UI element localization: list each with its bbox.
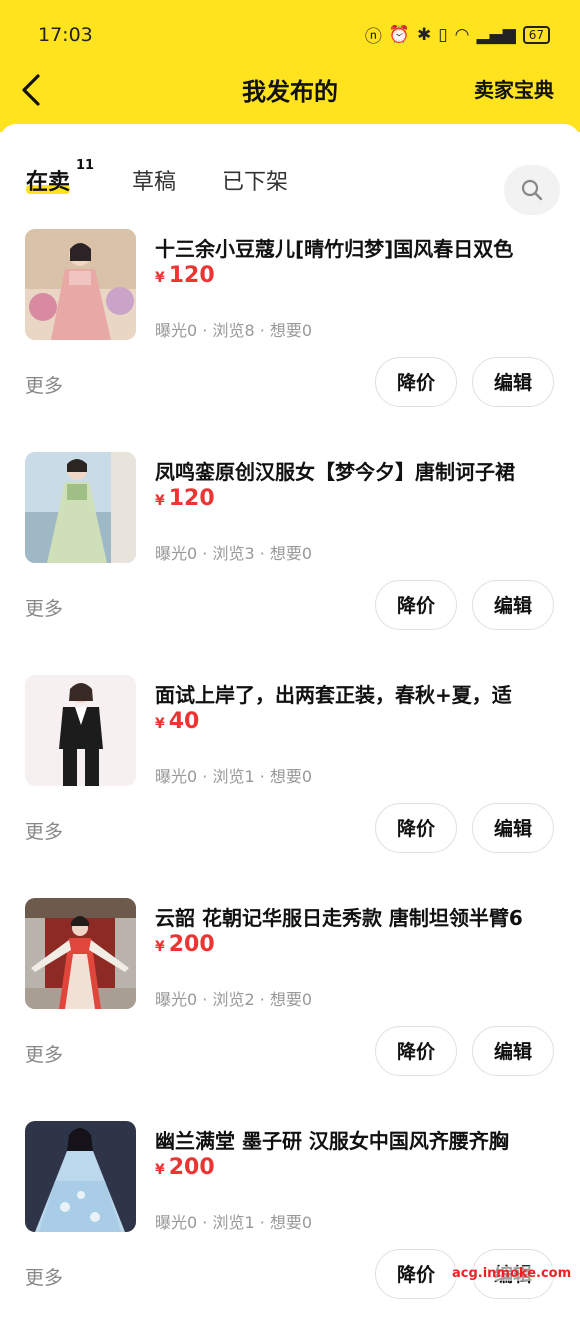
more-button[interactable]: 更多 <box>25 371 63 398</box>
item-stats: 曝光0 · 浏览1 · 想要0 <box>155 767 313 786</box>
product-thumbnail[interactable] <box>25 452 136 563</box>
more-button[interactable]: 更多 <box>25 1263 63 1290</box>
vibrate-icon: ▯ <box>438 24 448 45</box>
battery-icon: 67 <box>522 25 550 44</box>
status-bar: 17:03 ⓝ ⏰ ✱ ▯ ◠ ▂▄▆ 67 <box>0 0 580 70</box>
item-price: ¥200 <box>155 932 215 957</box>
tab-drafts[interactable]: 草稿 <box>132 164 176 196</box>
edit-button[interactable]: 编辑 <box>472 357 554 407</box>
tab-label: 草稿 <box>132 170 177 195</box>
item-price: ¥120 <box>155 263 215 288</box>
item-stats: 曝光0 · 浏览3 · 想要0 <box>155 544 313 563</box>
price-value: 200 <box>168 932 215 957</box>
bluetooth-icon: ✱ <box>417 24 432 45</box>
item-title: 幽兰满堂 墨子研 汉服女中国风齐腰齐胸 <box>155 1129 509 1153</box>
tab-count-badge: 11 <box>76 158 95 173</box>
price-value: 40 <box>168 709 200 734</box>
item-price: ¥120 <box>155 486 215 511</box>
item-price: ¥40 <box>155 709 199 734</box>
listing-item[interactable]: 幽兰满堂 墨子研 汉服女中国风齐腰齐胸 ¥200 曝光0 · 浏览1 · 想要0… <box>0 1121 580 1344</box>
listing-item[interactable]: 面试上岸了，出两套正装，春秋+夏，适 ¥40 曝光0 · 浏览1 · 想要0 更… <box>0 675 580 898</box>
tab-removed[interactable]: 已下架 <box>222 164 288 196</box>
item-stats: 曝光0 · 浏览1 · 想要0 <box>155 1213 313 1232</box>
more-button[interactable]: 更多 <box>25 594 63 621</box>
tab-label: 在卖 <box>26 170 71 195</box>
more-button[interactable]: 更多 <box>25 1040 63 1067</box>
reduce-price-button[interactable]: 降价 <box>375 357 457 407</box>
reduce-price-button[interactable]: 降价 <box>375 1026 457 1076</box>
more-button[interactable]: 更多 <box>25 817 63 844</box>
listing-item[interactable]: 云韶 花朝记华服日走秀款 唐制坦领半臂6 ¥200 曝光0 · 浏览2 · 想要… <box>0 898 580 1121</box>
tab-label: 已下架 <box>222 170 289 195</box>
price-value: 200 <box>168 1155 215 1180</box>
header: 17:03 ⓝ ⏰ ✱ ▯ ◠ ▂▄▆ 67 我发布的 卖家宝典 <box>0 0 580 132</box>
item-title: 十三余小豆蔻儿[晴竹归梦]国风春日双色 <box>155 237 514 261</box>
nav-bar: 我发布的 卖家宝典 <box>0 70 580 130</box>
edit-button[interactable]: 编辑 <box>472 803 554 853</box>
status-time: 17:03 <box>38 24 93 46</box>
listing-item[interactable]: 十三余小豆蔻儿[晴竹归梦]国风春日双色 ¥120 曝光0 · 浏览8 · 想要0… <box>0 229 580 452</box>
currency-symbol: ¥ <box>155 270 165 286</box>
currency-symbol: ¥ <box>155 716 165 732</box>
item-title: 凤鸣銮原创汉服女【梦今夕】唐制诃子裙 <box>155 460 515 484</box>
tab-on-sale[interactable]: 在卖 11 <box>26 158 94 196</box>
reduce-price-button[interactable]: 降价 <box>375 803 457 853</box>
product-thumbnail[interactable] <box>25 1121 136 1232</box>
reduce-price-button[interactable]: 降价 <box>375 1249 457 1299</box>
currency-symbol: ¥ <box>155 493 165 509</box>
edit-button[interactable]: 编辑 <box>472 580 554 630</box>
seller-guide-link[interactable]: 卖家宝典 <box>474 74 554 103</box>
product-thumbnail[interactable] <box>25 898 136 1009</box>
currency-symbol: ¥ <box>155 1162 165 1178</box>
status-icons: ⓝ ⏰ ✱ ▯ ◠ ▂▄▆ 67 <box>365 22 550 47</box>
product-thumbnail[interactable] <box>25 675 136 786</box>
search-button[interactable] <box>504 165 560 215</box>
price-value: 120 <box>168 486 215 511</box>
item-price: ¥200 <box>155 1155 215 1180</box>
item-title: 云韶 花朝记华服日走秀款 唐制坦领半臂6 <box>155 906 523 930</box>
search-icon <box>521 179 543 201</box>
signal-icon: ▂▄▆ <box>476 24 516 45</box>
edit-button[interactable]: 编辑 <box>472 1026 554 1076</box>
price-value: 120 <box>168 263 215 288</box>
item-title: 面试上岸了，出两套正装，春秋+夏，适 <box>155 683 512 707</box>
wifi-icon: ◠ <box>454 24 470 45</box>
reduce-price-button[interactable]: 降价 <box>375 580 457 630</box>
item-stats: 曝光0 · 浏览8 · 想要0 <box>155 321 313 340</box>
currency-symbol: ¥ <box>155 939 165 955</box>
watermark: acg.inmoke.com <box>452 1266 572 1281</box>
nfc-icon: ⓝ <box>364 27 382 47</box>
product-thumbnail[interactable] <box>25 229 136 340</box>
listing-item[interactable]: 凤鸣銮原创汉服女【梦今夕】唐制诃子裙 ¥120 曝光0 · 浏览3 · 想要0 … <box>0 452 580 675</box>
alarm-icon: ⏰ <box>388 24 411 45</box>
item-stats: 曝光0 · 浏览2 · 想要0 <box>155 990 313 1009</box>
